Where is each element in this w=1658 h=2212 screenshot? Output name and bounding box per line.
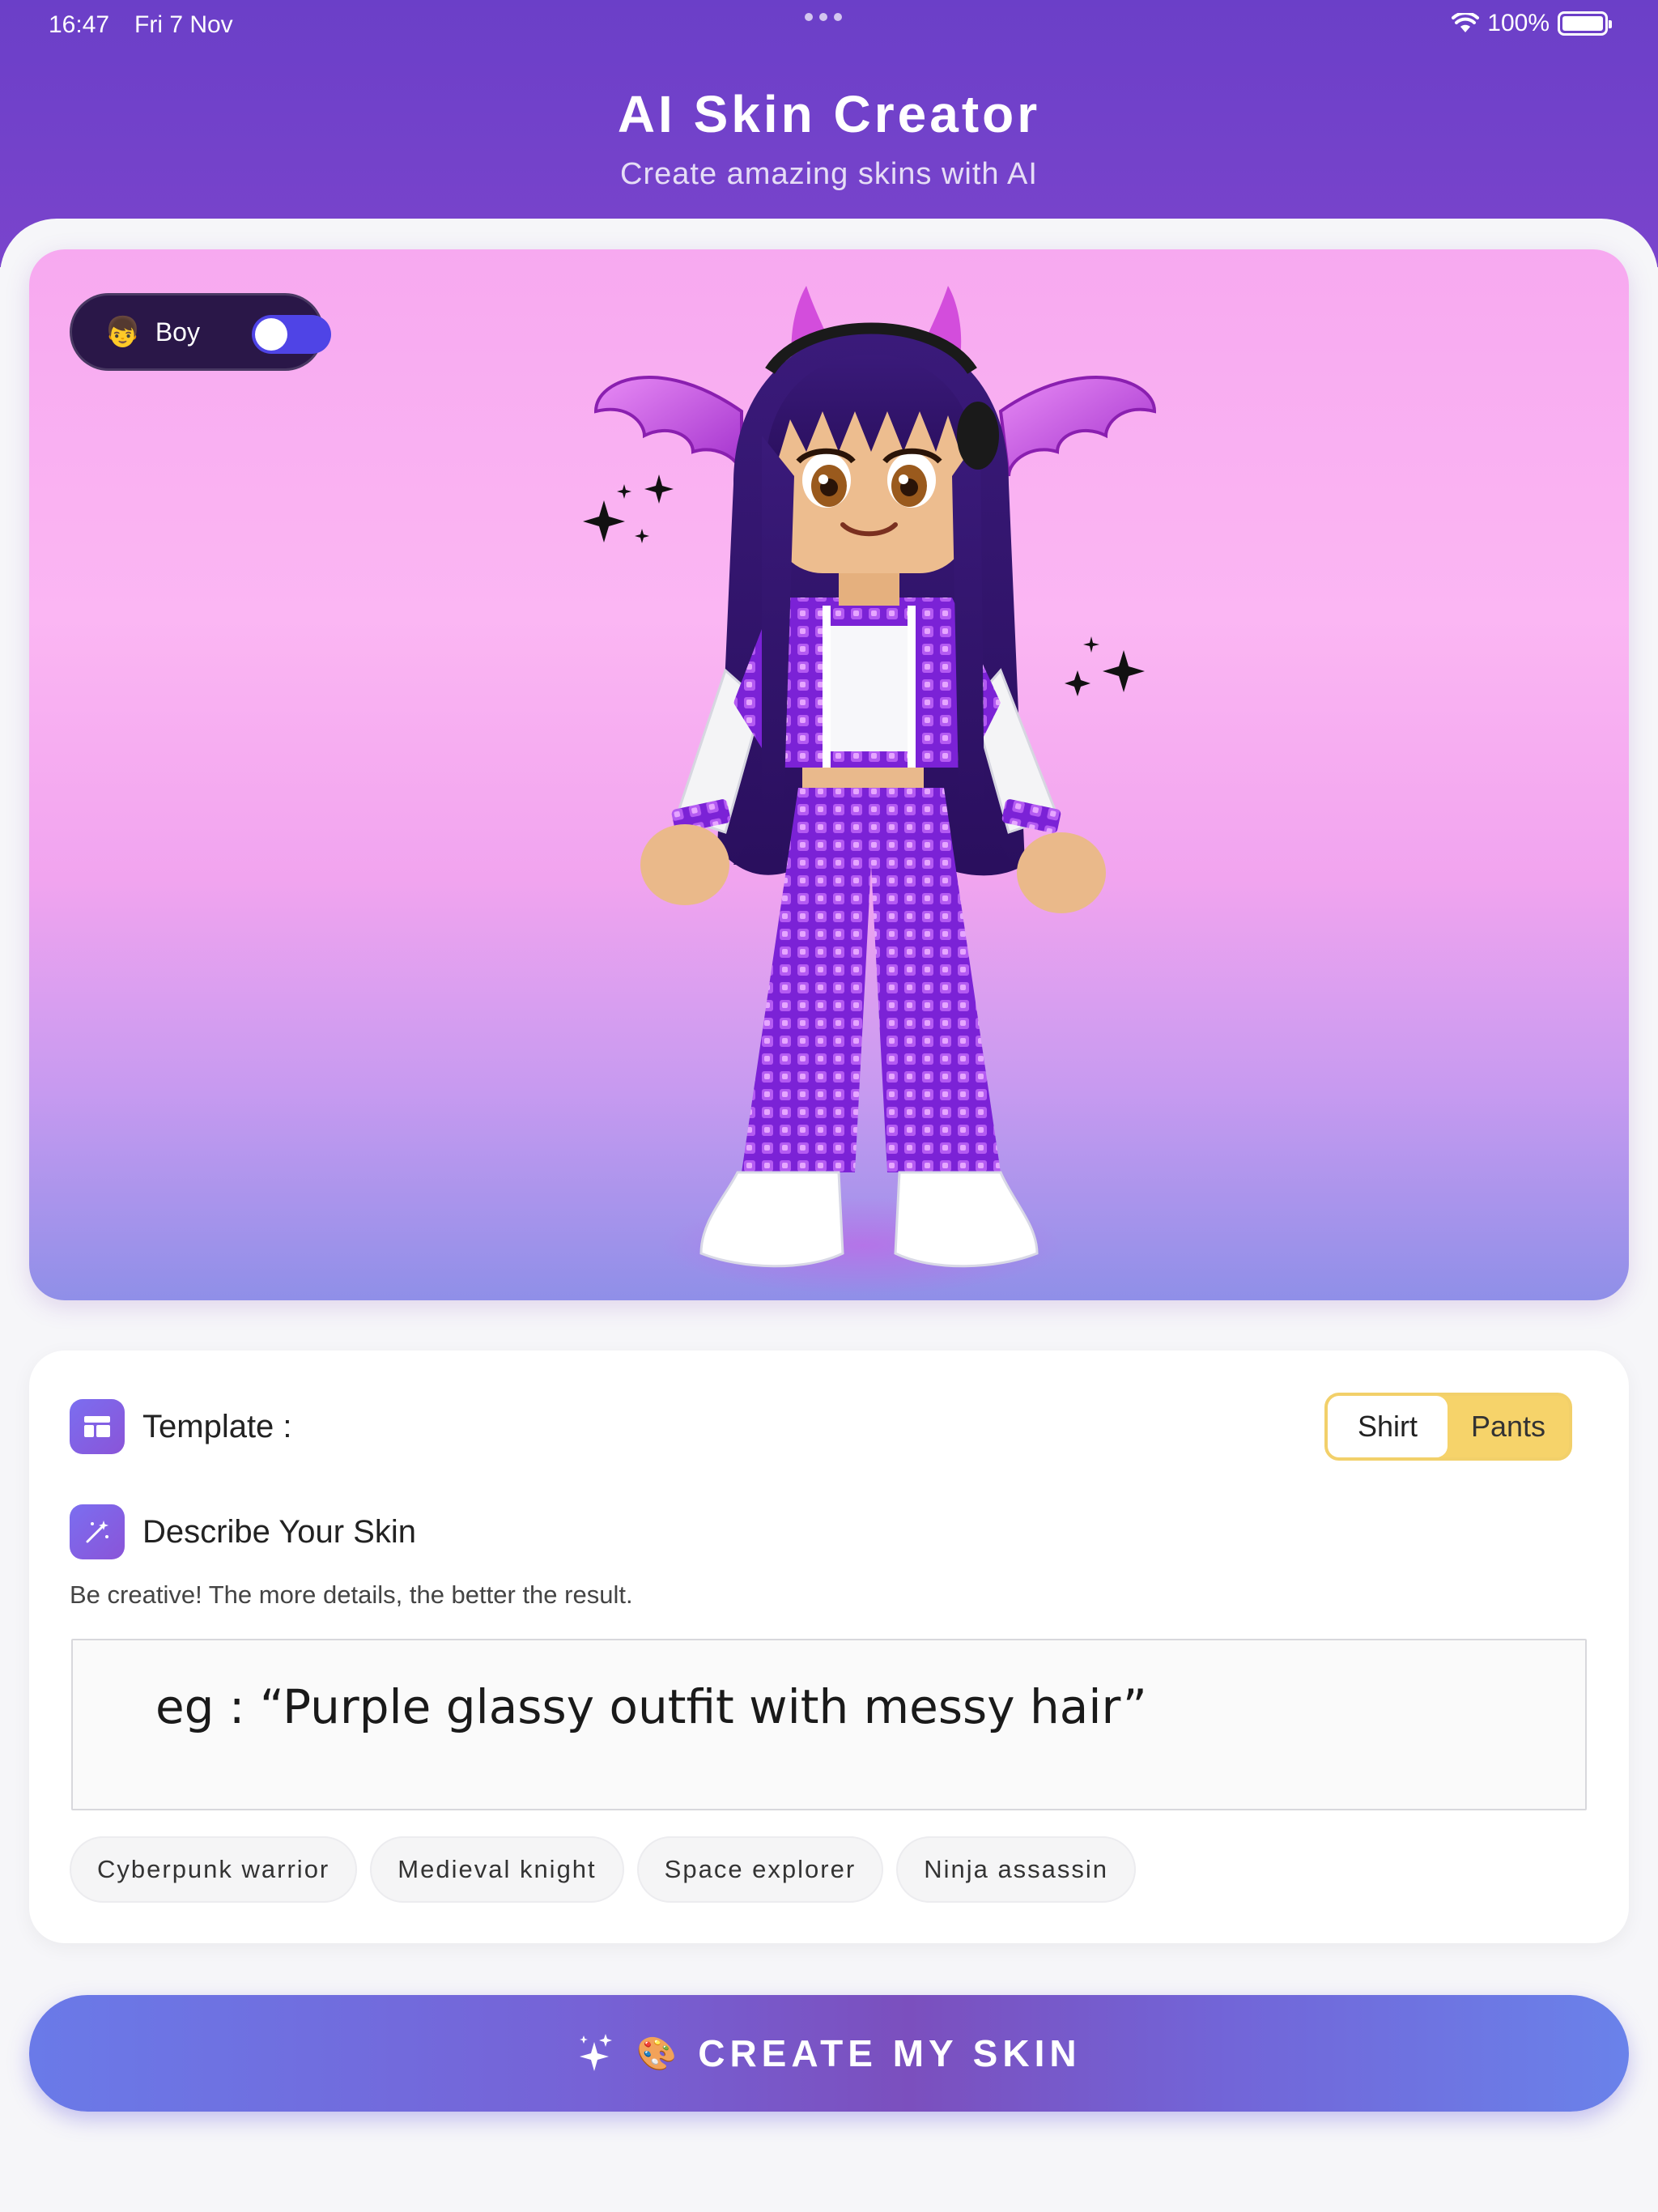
suggestion-chips: Cyberpunk warrior Medieval knight Space … (70, 1836, 1137, 1903)
status-time: 16:47 (49, 11, 110, 38)
sparkles-icon (580, 2034, 613, 2071)
multitasking-dots-icon[interactable] (805, 13, 842, 21)
status-bar: 16:47 Fri 7 Nov 100% (0, 0, 1658, 49)
magic-wand-icon (70, 1504, 125, 1559)
create-skin-button[interactable]: 🎨 CREATE MY SKIN (29, 1995, 1629, 2112)
gender-toggle-label: Boy (155, 317, 200, 347)
template-segmented-control: Shirt Pants (1324, 1393, 1572, 1461)
create-skin-label: CREATE MY SKIN (698, 2032, 1082, 2074)
boy-icon: 👦 (104, 315, 141, 348)
segment-shirt[interactable]: Shirt (1328, 1396, 1448, 1457)
describe-hint: Be creative! The more details, the bette… (70, 1580, 633, 1609)
battery-percentage: 100% (1487, 10, 1550, 36)
gender-toggle[interactable]: 👦 Boy (70, 293, 331, 371)
battery-icon (1558, 11, 1612, 36)
segment-pants[interactable]: Pants (1448, 1396, 1569, 1457)
status-indicators: 100% (1452, 10, 1612, 37)
suggestion-chip[interactable]: Ninja assassin (896, 1836, 1137, 1903)
wifi-icon (1452, 13, 1480, 32)
suggestion-chip[interactable]: Medieval knight (370, 1836, 624, 1903)
app-subtitle: Create amazing skins with AI (620, 157, 1038, 191)
status-date: Fri 7 Nov (134, 11, 233, 38)
app-title: AI Skin Creator (617, 85, 1041, 143)
template-label: Template : (142, 1409, 292, 1444)
skin-preview-card: 👦 Boy (29, 249, 1629, 1300)
palette-icon: 🎨 (636, 2035, 678, 2072)
skin-options-card: Template : Shirt Pants Describe Your Ski… (29, 1351, 1629, 1943)
character-illustration (583, 286, 1157, 1294)
description-placeholder: eg : “Purple glassy outfit with messy ha… (155, 1679, 1147, 1734)
suggestion-chip[interactable]: Space explorer (636, 1836, 884, 1903)
gender-switch[interactable] (252, 315, 331, 354)
switch-knob (255, 318, 287, 351)
describe-title: Describe Your Skin (142, 1514, 416, 1550)
skin-description-input[interactable]: eg : “Purple glassy outfit with messy ha… (71, 1639, 1587, 1810)
suggestion-chip[interactable]: Cyberpunk warrior (70, 1836, 358, 1903)
template-icon (70, 1399, 125, 1454)
